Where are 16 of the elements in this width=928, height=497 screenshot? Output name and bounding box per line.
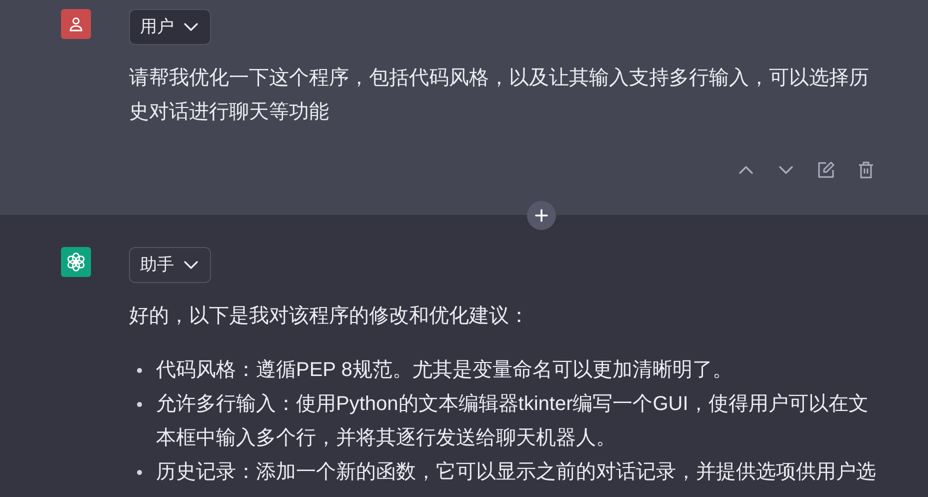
plus-icon: [535, 209, 548, 222]
list-item-text: 代码风格：遵循PEP 8规范。尤其是变量命名可以更加清晰明了。: [156, 358, 734, 383]
chevron-up-icon: [739, 166, 753, 174]
edit-icon: [817, 161, 835, 179]
trash-icon: [858, 161, 874, 179]
add-button[interactable]: [527, 201, 556, 230]
chevron-down-icon: [184, 23, 198, 31]
role-dropdown[interactable]: 用户: [129, 9, 211, 45]
message-text: 请帮我优化一下这个程序，包括代码风格，以及让其输入支持多行输入，可以选择历史对话进行聊天等功能: [129, 66, 870, 125]
list-item-text: 允许多行输入：使用Python的文本编辑器tkinter编写一个GUI，使得用户可以在文本框中输入多个行，并将其逐行发送给聊天机器人。: [156, 392, 870, 451]
message-text: 好的，以下是我对该程序的修改和优化建议：: [129, 304, 530, 329]
person-icon: [68, 16, 84, 32]
chevron-down-icon: [779, 166, 793, 174]
chevron-down-icon: [184, 261, 198, 269]
list-item-text: 历史记录：添加一个新的函数，它可以显示之前的对话记录，并提供选项供用户选: [156, 460, 877, 485]
role-dropdown[interactable]: 助手: [129, 247, 211, 283]
